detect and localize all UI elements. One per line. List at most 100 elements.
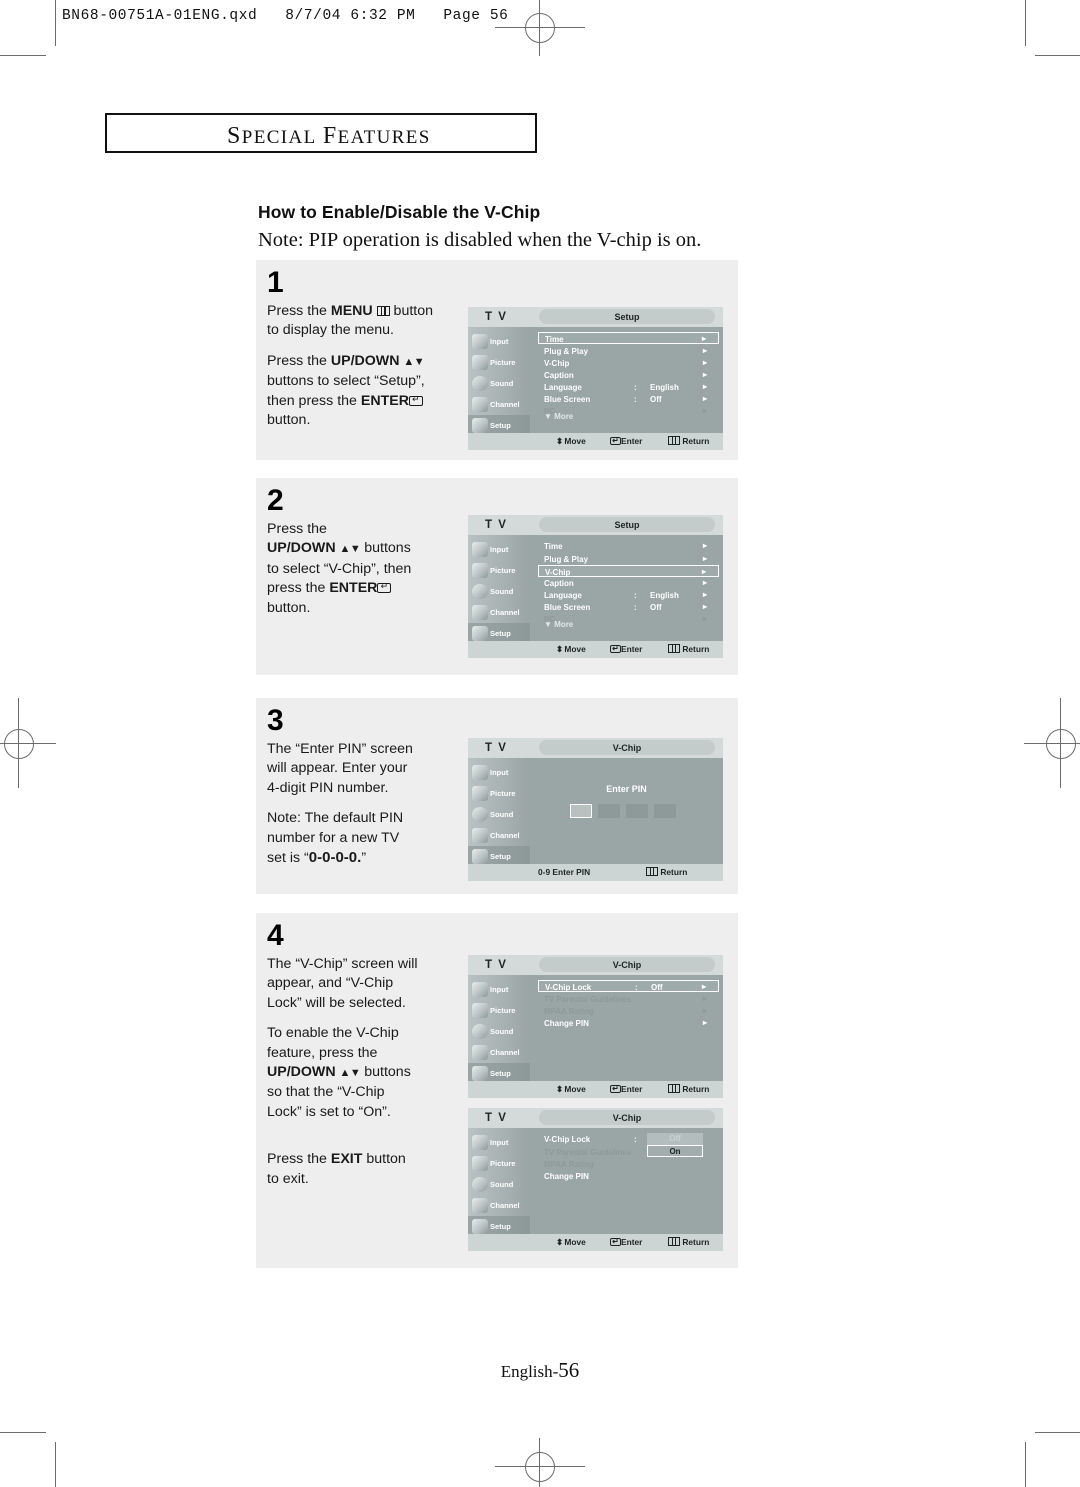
pin-box-1[interactable] <box>570 804 592 818</box>
menu-label-tv-parental-guidelines: TV Parental Guidelines <box>544 994 632 1004</box>
footer-enter-1: Enter <box>610 436 642 446</box>
chevron-right-icon: ▸ <box>702 370 707 379</box>
menu-more-indicator[interactable]: ▼ More <box>544 412 573 421</box>
step-panel-3: 3 The “Enter PIN” screen will appear. Ent… <box>256 698 738 894</box>
antenna-icon <box>472 397 488 412</box>
menu-row-change-pin[interactable]: Change PIN <box>538 1170 719 1182</box>
step-instructions-1: Press the MENU button to display the menu… <box>267 302 467 441</box>
osd-screen-4a: T V V-Chip Input Picture Sound Channel S… <box>468 955 723 1098</box>
menu-row-v-chip-lock[interactable]: V-Chip Lock: Off ▸ <box>538 980 719 992</box>
page-footer: English-56 <box>0 1358 1080 1383</box>
updown-arrows-icon: ▲▼ <box>403 355 425 368</box>
menu-row-v-chip[interactable]: V-Chip ▸ <box>538 357 719 369</box>
menu-row-time[interactable]: Time ▸ <box>538 540 719 552</box>
menu-value-language: English <box>650 590 679 600</box>
menu-label-time: Time <box>545 334 564 344</box>
crop-mark-top-left-h <box>0 55 46 57</box>
sidebar-label-input: Input <box>490 985 509 994</box>
tv-logo-2: T V <box>485 519 508 531</box>
step1-para1: Press the MENU button to display the menu… <box>267 303 433 339</box>
menu-row-blue-screen[interactable]: Blue Screen: Off ▸ <box>538 393 719 405</box>
sidebar-item-input[interactable]: Input <box>468 331 530 352</box>
setup-icon <box>472 626 488 641</box>
sidebar-item-channel[interactable]: Channel <box>468 602 530 623</box>
sidebar-item-input[interactable]: Input <box>468 762 530 783</box>
sidebar-item-picture[interactable]: Picture <box>468 1153 530 1174</box>
enter-icon <box>610 1084 621 1093</box>
sidebar-item-picture[interactable]: Picture <box>468 352 530 373</box>
sidebar-item-input[interactable]: Input <box>468 979 530 1000</box>
reg-mark-left-circle <box>4 729 34 759</box>
step3-para1: The “Enter PIN” screen will appear. Enter… <box>267 741 413 796</box>
menu-more-indicator[interactable]: ▼ More <box>544 620 573 629</box>
footer-move-1: ⬍ Move <box>556 436 586 446</box>
updown-arrows-icon: ▲▼ <box>339 1067 361 1080</box>
sidebar-item-input[interactable]: Input <box>468 539 530 560</box>
footer-move-label-2: Move <box>564 644 586 654</box>
chevron-right-icon: ▸ <box>702 994 707 1003</box>
menu-label-v-chip: V-Chip <box>545 567 571 577</box>
section-title: SPECIAL FEATURES <box>227 123 431 150</box>
step-instructions-2: Press the UP/DOWN ▲▼ buttons to select “V-… <box>267 520 467 629</box>
osd-screen-2: T V Setup Input Picture Sound Channel Se… <box>468 515 723 658</box>
v-chip-lock-dropdown[interactable]: Off On <box>647 1133 703 1157</box>
footer-return-4a: Return <box>668 1084 709 1094</box>
antenna-icon <box>472 605 488 620</box>
dropdown-option-on[interactable]: On <box>647 1145 703 1157</box>
pin-entry-boxes[interactable] <box>570 804 676 818</box>
osd-body-4a: Input Picture Sound Channel Setup V-Chip… <box>468 975 723 1084</box>
sidebar-item-channel[interactable]: Channel <box>468 1195 530 1216</box>
menu-row-plug-play[interactable]: Plug & Play ▸ <box>538 345 719 357</box>
step4-para3: Press the EXIT button to exit. <box>267 1151 406 1187</box>
dropdown-option-off[interactable]: Off <box>647 1133 703 1145</box>
setup-icon <box>472 418 488 433</box>
menu-row-plug-play[interactable]: Plug & Play ▸ <box>538 553 719 565</box>
manual-page: BN68-00751A-01ENG.qxd 8/7/04 6:32 PM Pag… <box>0 0 1080 1487</box>
osd-title-pill-1: Setup <box>539 309 715 324</box>
footer-move-label-4a: Move <box>564 1084 586 1094</box>
menu-row-change-pin[interactable]: Change PIN ▸ <box>538 1017 719 1029</box>
sidebar-item-picture[interactable]: Picture <box>468 1000 530 1021</box>
sidebar-item-sound[interactable]: Sound <box>468 804 530 825</box>
menu-row-time[interactable]: Time ▸ <box>538 332 719 344</box>
menu-icon <box>668 1084 680 1093</box>
sidebar-item-picture[interactable]: Picture <box>468 783 530 804</box>
osd-titlebar-1: T V Setup <box>468 307 723 327</box>
menu-row-caption[interactable]: Caption ▸ <box>538 577 719 589</box>
sidebar-item-picture[interactable]: Picture <box>468 560 530 581</box>
osd-menu-2: Time ▸ Plug & Play ▸ V-Chip ▸ Caption ▸ Lang… <box>530 535 723 641</box>
menu-row-language[interactable]: Language: English ▸ <box>538 381 719 393</box>
menu-label-v-chip-lock: V-Chip Lock <box>545 982 592 992</box>
osd-title-pill-4b: V-Chip <box>539 1110 715 1125</box>
sidebar-item-sound[interactable]: Sound <box>468 581 530 602</box>
pin-box-4[interactable] <box>654 804 676 818</box>
sidebar-item-channel[interactable]: Channel <box>468 825 530 846</box>
chevron-right-icon: ▸ <box>702 578 707 587</box>
setup-icon <box>472 1219 488 1234</box>
sidebar-item-input[interactable]: Input <box>468 1132 530 1153</box>
osd-sidebar-1: Input Picture Sound Channel Setup <box>468 327 530 436</box>
pin-box-3[interactable] <box>626 804 648 818</box>
menu-row-tv-parental-guidelines: TV Parental Guidelines ▸ <box>538 993 719 1005</box>
speaker-icon <box>472 1024 488 1039</box>
sidebar-item-sound[interactable]: Sound <box>468 1021 530 1042</box>
menu-icon <box>668 644 680 653</box>
osd-body-4b: Input Picture Sound Channel Setup V-Chip… <box>468 1128 723 1237</box>
page-number: 56 <box>558 1358 580 1382</box>
menu-row-language[interactable]: Language: English ▸ <box>538 589 719 601</box>
sidebar-item-sound[interactable]: Sound <box>468 373 530 394</box>
sidebar-item-channel[interactable]: Channel <box>468 394 530 415</box>
menu-row-blue-screen[interactable]: Blue Screen: Off ▸ <box>538 601 719 613</box>
footer-enter-2: Enter <box>610 644 642 654</box>
menu-row-caption[interactable]: Caption ▸ <box>538 369 719 381</box>
camera-icon <box>472 1135 488 1150</box>
crop-mark-bottom-right-h <box>1035 1432 1080 1434</box>
picture-icon <box>472 563 488 578</box>
osd-footer-1: ⬍ Move Enter Return <box>468 433 723 450</box>
sidebar-item-sound[interactable]: Sound <box>468 1174 530 1195</box>
speaker-icon <box>472 807 488 822</box>
menu-row-v-chip[interactable]: V-Chip ▸ <box>538 565 719 577</box>
updown-arrows-icon: ⬍ <box>556 1084 563 1094</box>
sidebar-item-channel[interactable]: Channel <box>468 1042 530 1063</box>
pin-box-2[interactable] <box>598 804 620 818</box>
